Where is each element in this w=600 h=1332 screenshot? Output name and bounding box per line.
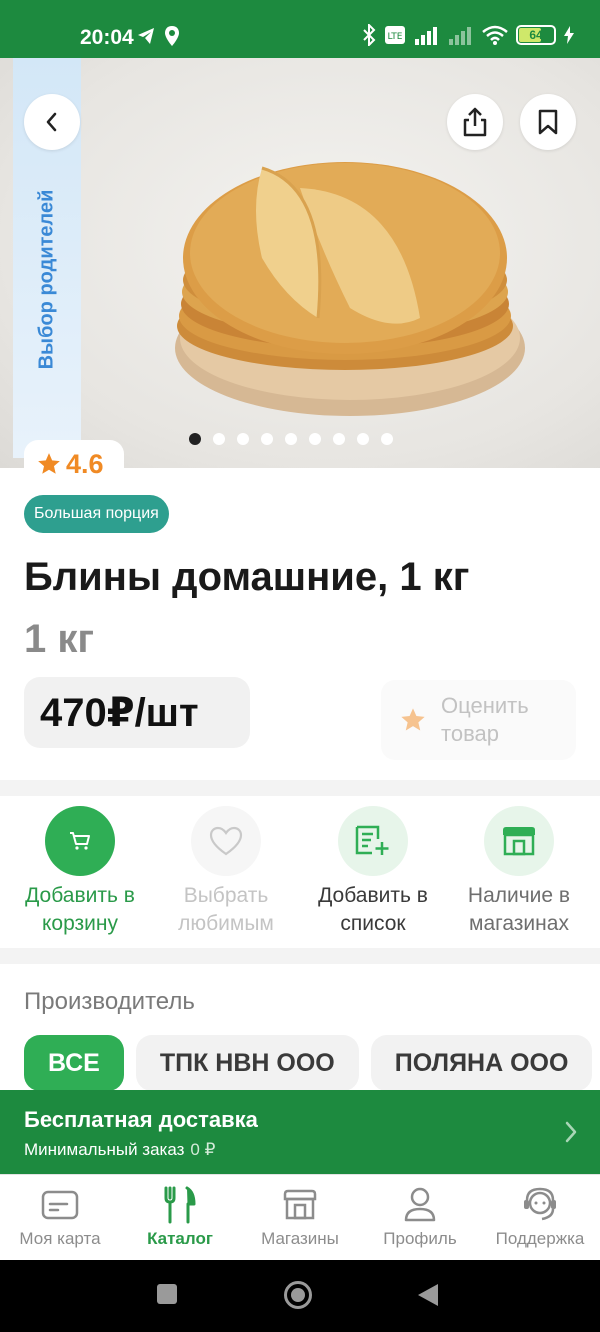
rating-value: 4.6: [66, 448, 104, 479]
delivery-subtitle: Минимальный заказ: [24, 1140, 185, 1159]
free-delivery-banner[interactable]: Бесплатная доставка Минимальный заказ 0 ₽: [0, 1090, 600, 1174]
add-to-cart-button[interactable]: Добавить в корзину: [5, 806, 155, 938]
nav-label: Магазины: [261, 1229, 339, 1248]
add-to-list-button[interactable]: Добавить в список: [298, 806, 448, 938]
nav-stores[interactable]: Магазины: [240, 1185, 360, 1249]
telegram-icon: [138, 28, 154, 44]
delivery-title: Бесплатная доставка: [24, 1107, 258, 1132]
home-icon[interactable]: [283, 1280, 313, 1310]
pagination-dot-active[interactable]: [189, 433, 201, 445]
chevron-right-icon: [565, 1121, 577, 1143]
catalog-icon: [164, 1186, 196, 1224]
nav-profile[interactable]: Профиль: [360, 1185, 480, 1249]
pagination-dot[interactable]: [261, 433, 273, 445]
product-image: [175, 162, 525, 416]
manufacturer-filter: ВСЕ ТПК НВН ООО ПОЛЯНА ООО: [24, 1035, 593, 1091]
favorite-button[interactable]: Выбрать любимым: [151, 806, 301, 938]
star-icon: [38, 453, 60, 474]
manufacturer-title: Производитель: [24, 988, 195, 1015]
product-gallery[interactable]: Выбор родителей: [0, 58, 600, 468]
pagination-dot[interactable]: [309, 433, 321, 445]
price-box: 470₽/шт: [24, 677, 250, 748]
gallery-pagination: [189, 433, 393, 445]
nav-label: Поддержка: [495, 1229, 585, 1248]
nav-label: Каталог: [147, 1229, 213, 1248]
card-icon: [41, 1190, 79, 1220]
nav-label: Профиль: [383, 1229, 457, 1248]
product-title: Блины домашние, 1 кг: [24, 555, 470, 599]
pagination-dot[interactable]: [237, 433, 249, 445]
add-to-cart-label: Добавить в корзину: [25, 884, 135, 935]
location-icon: [165, 26, 179, 46]
share-icon: [463, 107, 487, 137]
status-time: 20:04: [80, 26, 134, 49]
add-to-list-label: Добавить в список: [318, 884, 428, 935]
portion-badge: Большая порция: [24, 495, 169, 533]
heart-icon: [209, 826, 243, 856]
product-price: 470₽/шт: [40, 690, 199, 735]
store-icon: [283, 1189, 317, 1220]
bookmark-icon: [538, 109, 558, 135]
pagination-dot[interactable]: [357, 433, 369, 445]
add-to-list-icon: [355, 825, 389, 855]
wifi-icon: [482, 25, 508, 45]
divider: [0, 948, 600, 964]
back-button[interactable]: [24, 94, 80, 150]
filter-chip-all[interactable]: ВСЕ: [24, 1035, 124, 1091]
chevron-left-icon: [46, 112, 57, 132]
signal-icon: [415, 27, 437, 45]
filter-chip[interactable]: ТПК НВН ООО: [135, 1035, 359, 1091]
bottom-navigation: Моя карта Каталог Магазины Профиль Подде…: [0, 1174, 600, 1260]
system-navigation-bar: [0, 1260, 600, 1332]
pagination-dot[interactable]: [333, 433, 345, 445]
cart-icon: [70, 832, 90, 850]
store-icon: [503, 827, 535, 856]
nav-catalog[interactable]: Каталог: [120, 1185, 240, 1249]
nav-my-card[interactable]: Моя карта: [0, 1185, 120, 1249]
charging-icon: [564, 26, 574, 44]
signal-off-icon: [449, 27, 471, 45]
back-nav-icon[interactable]: [416, 1282, 440, 1308]
nav-label: Моя карта: [19, 1229, 101, 1248]
nav-support[interactable]: Поддержка: [480, 1185, 600, 1249]
delivery-min-value: 0 ₽: [190, 1140, 216, 1159]
rating-tab: 4.6: [24, 440, 124, 488]
store-availability-button[interactable]: Наличие в магазинах: [444, 806, 594, 938]
favorite-label: Выбрать любимым: [178, 884, 274, 935]
profile-icon: [404, 1187, 436, 1222]
battery-icon: 64: [516, 25, 556, 45]
battery-level: 64: [529, 28, 543, 42]
store-availability-label: Наличие в магазинах: [467, 884, 571, 935]
volte-icon: LTE: [385, 26, 405, 44]
parents-choice-label: Выбор родителей: [35, 189, 58, 370]
product-weight: 1 кг: [24, 617, 95, 661]
pagination-dot[interactable]: [213, 433, 225, 445]
svg-text:LTE: LTE: [388, 32, 403, 42]
rate-product-label: Оценить товар: [441, 693, 529, 746]
pagination-dot[interactable]: [285, 433, 297, 445]
rate-product-button[interactable]: Оценить товар: [381, 680, 576, 760]
star-icon: [401, 708, 425, 731]
pagination-dot[interactable]: [381, 433, 393, 445]
share-button[interactable]: [447, 94, 503, 150]
recents-icon[interactable]: [155, 1282, 179, 1306]
support-icon: [524, 1187, 556, 1221]
filter-chip[interactable]: ПОЛЯНА ООО: [370, 1035, 593, 1091]
bluetooth-icon: [363, 24, 376, 46]
status-bar: 20:04 LTE 64: [0, 0, 600, 58]
bookmark-button[interactable]: [520, 94, 576, 150]
divider: [0, 780, 600, 796]
